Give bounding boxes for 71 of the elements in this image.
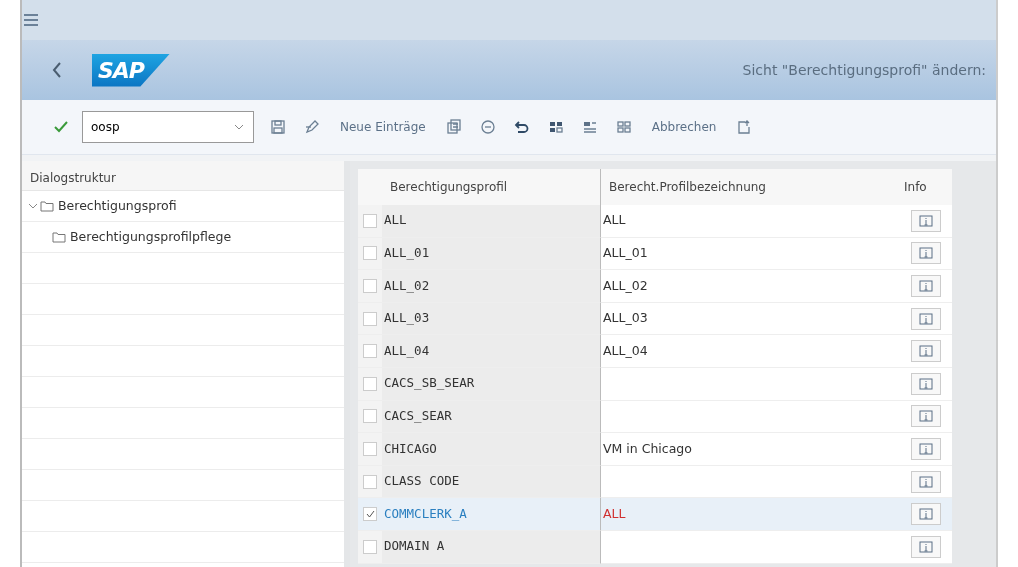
check-icon[interactable] <box>54 121 68 133</box>
info-icon <box>919 540 933 553</box>
column-header[interactable]: Berechtigungsprofil <box>382 169 600 205</box>
row-checkbox[interactable] <box>363 539 377 554</box>
column-header[interactable]: Berecht.Profilbezeichnung <box>600 169 900 205</box>
info-button[interactable] <box>911 470 941 493</box>
info-button[interactable] <box>911 209 941 232</box>
info-icon <box>919 247 933 260</box>
panel-title: Dialogstruktur <box>22 161 344 191</box>
table-cell: ALL_04 <box>600 335 900 368</box>
info-button[interactable] <box>911 340 941 363</box>
info-button[interactable] <box>911 437 941 460</box>
command-field[interactable]: oosp <box>82 111 254 143</box>
table-cell: ALL_03 <box>382 302 600 336</box>
tree-item[interactable]: Berechtigungsprofi <box>58 196 177 216</box>
column-header[interactable]: Info <box>900 169 952 205</box>
table-cell: ALL <box>600 498 900 531</box>
folder-icon <box>52 231 66 243</box>
table-cell: ALL_04 <box>382 335 600 368</box>
info-icon <box>919 377 933 390</box>
row-checkbox[interactable] <box>363 474 377 489</box>
info-icon <box>919 345 933 358</box>
folder-icon <box>40 200 54 212</box>
table-cell: ALL_01 <box>382 237 600 271</box>
info-button[interactable] <box>911 503 941 526</box>
table-cell: ALL <box>600 205 900 238</box>
table-cell: CLASS CODE <box>382 465 600 499</box>
row-checkbox[interactable] <box>363 376 377 391</box>
info-icon <box>919 442 933 455</box>
check-icon <box>365 510 375 519</box>
caret-icon[interactable] <box>28 202 38 210</box>
info-button[interactable] <box>911 535 941 558</box>
table-cell: CHICAGO <box>382 433 600 466</box>
save-icon[interactable] <box>268 117 288 137</box>
sap-logo: SAP <box>92 53 170 87</box>
back-icon[interactable] <box>52 62 62 78</box>
table-cell: COMMCLERK_A <box>382 498 600 531</box>
table-cell: ALL_02 <box>382 270 600 303</box>
info-icon <box>919 312 933 325</box>
info-button[interactable] <box>911 275 941 297</box>
table-cell: ALL_01 <box>600 237 900 271</box>
row-checkbox[interactable] <box>363 344 377 359</box>
row-checkbox[interactable] <box>363 507 377 522</box>
info-button[interactable] <box>911 242 941 265</box>
table-cell: ALL_03 <box>600 302 900 336</box>
info-button[interactable] <box>911 405 941 428</box>
row-checkbox[interactable] <box>363 409 377 424</box>
info-button[interactable] <box>911 372 941 395</box>
row-checkbox[interactable] <box>363 441 377 456</box>
row-checkbox[interactable] <box>363 279 377 293</box>
row-checkbox[interactable] <box>363 213 377 228</box>
table-cell: CACS_SB_SEAR <box>382 367 600 401</box>
table-cell: CACS_SEAR <box>382 400 600 434</box>
table-cell: VM in Chicago <box>600 433 900 466</box>
row-checkbox[interactable] <box>363 246 377 261</box>
tree-item[interactable]: Berechtigungsprofilpflege <box>70 227 232 247</box>
info-icon <box>919 214 933 227</box>
toolbar-button[interactable]: Abbrechen <box>647 116 721 138</box>
table-cell: DOMAIN A <box>382 530 600 564</box>
info-icon <box>919 410 933 423</box>
info-icon <box>919 508 933 521</box>
table-cell: ALL <box>382 205 600 238</box>
dropdown-icon[interactable] <box>234 124 244 130</box>
info-icon <box>919 475 933 488</box>
screen-title: Sicht "Berechtigungsprofi" ändern: <box>742 60 986 80</box>
row-checkbox[interactable] <box>363 311 377 326</box>
menu-icon[interactable] <box>24 14 38 26</box>
info-button[interactable] <box>911 307 941 330</box>
info-icon <box>919 280 933 292</box>
toolbar-button[interactable]: Neue Einträge <box>336 116 430 138</box>
table-cell: ALL_02 <box>600 270 900 303</box>
